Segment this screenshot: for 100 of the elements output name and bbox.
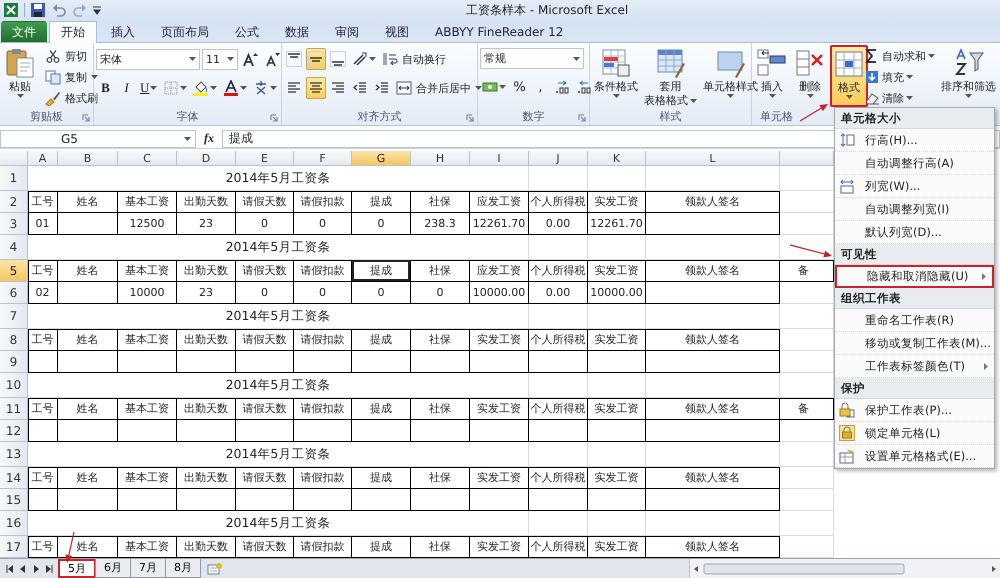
table-cell[interactable]: 10000 bbox=[118, 282, 177, 304]
table-cell[interactable]: 0.00 bbox=[529, 213, 588, 235]
toolbar-button[interactable] bbox=[306, 48, 326, 70]
table-cell[interactable]: 请假天数 bbox=[236, 329, 294, 351]
row-number[interactable]: 12 bbox=[0, 420, 28, 442]
sheet-tab[interactable]: 5月 bbox=[58, 559, 96, 578]
table-cell[interactable]: 工号 bbox=[28, 398, 58, 420]
ribbon-button[interactable]: 自动求和 bbox=[862, 46, 937, 66]
table-cell[interactable] bbox=[58, 420, 118, 442]
file-tab[interactable]: 文件 bbox=[1, 21, 47, 42]
table-cell[interactable] bbox=[588, 420, 646, 442]
dialog-launcher-icon[interactable] bbox=[270, 114, 278, 122]
toolbar-button[interactable]: U bbox=[138, 77, 160, 99]
row-number[interactable]: 1 bbox=[0, 166, 28, 191]
undo-icon[interactable] bbox=[51, 2, 67, 18]
ribbon-button[interactable]: 条件格式 bbox=[592, 45, 640, 107]
table-cell[interactable]: 工号 bbox=[28, 467, 58, 489]
table-cell[interactable]: 实发工资 bbox=[588, 191, 646, 213]
previous-sheet-icon[interactable] bbox=[19, 564, 27, 574]
column-header[interactable]: E bbox=[236, 151, 294, 166]
table-cell[interactable] bbox=[352, 489, 411, 511]
menu-item[interactable]: 保护工作表(P)... bbox=[835, 399, 994, 422]
table-cell[interactable]: 0.00 bbox=[529, 282, 588, 304]
column-header[interactable]: I bbox=[470, 151, 529, 166]
table-cell[interactable]: 请假扣款 bbox=[294, 467, 352, 489]
column-header[interactable]: J bbox=[529, 151, 588, 166]
table-cell[interactable]: 个人所得税 bbox=[529, 398, 588, 420]
table-cell[interactable]: 请假天数 bbox=[236, 467, 294, 489]
table-cell[interactable]: 姓名 bbox=[58, 329, 118, 351]
table-cell[interactable]: 请假天数 bbox=[236, 398, 294, 420]
table-cell[interactable]: 实发工资 bbox=[470, 467, 529, 489]
menu-item[interactable]: 设置单元格格式(E)... bbox=[835, 445, 994, 468]
row-number[interactable]: 3 bbox=[0, 213, 28, 235]
row-number[interactable]: 2 bbox=[0, 191, 28, 213]
table-cell[interactable] bbox=[529, 420, 588, 442]
table-cell[interactable]: 工号 bbox=[28, 329, 58, 351]
table-cell[interactable]: 请假扣款 bbox=[294, 191, 352, 213]
table-cell[interactable]: 出勤天数 bbox=[177, 191, 236, 213]
table-cell[interactable]: 基本工资 bbox=[118, 398, 177, 420]
table-cell[interactable]: 0 bbox=[352, 282, 411, 304]
table-cell[interactable] bbox=[28, 351, 58, 373]
ribbon-tab[interactable]: 页面布局 bbox=[149, 21, 221, 42]
table-cell[interactable]: 0 bbox=[294, 213, 352, 235]
menu-item[interactable]: 锁定单元格(L) bbox=[835, 422, 994, 445]
table-cell[interactable]: 工号 bbox=[28, 536, 58, 558]
table-cell[interactable]: 基本工资 bbox=[118, 191, 177, 213]
dropdown-field[interactable]: 11 bbox=[202, 48, 238, 70]
table-cell[interactable] bbox=[177, 489, 236, 511]
table-cell[interactable]: 社保 bbox=[411, 329, 470, 351]
row-number[interactable]: 7 bbox=[0, 304, 28, 329]
ribbon-tab[interactable]: ABBYY FineReader 12 bbox=[423, 21, 576, 42]
dialog-launcher-icon[interactable] bbox=[82, 114, 90, 122]
table-cell[interactable]: 12261.70 bbox=[470, 213, 529, 235]
table-cell[interactable]: 23 bbox=[177, 213, 236, 235]
table-cell[interactable]: 出勤天数 bbox=[177, 260, 236, 282]
table-cell[interactable]: 实发工资 bbox=[588, 329, 646, 351]
table-cell[interactable] bbox=[118, 489, 177, 511]
table-cell[interactable]: 社保 bbox=[411, 260, 470, 282]
table-cell[interactable]: 23 bbox=[177, 282, 236, 304]
menu-item[interactable]: 自动调整列宽(I) bbox=[835, 198, 994, 221]
menu-item[interactable]: 移动或复制工作表(M)... bbox=[835, 332, 994, 355]
table-cell[interactable] bbox=[646, 351, 780, 373]
table-cell[interactable]: 0 bbox=[236, 282, 294, 304]
table-cell[interactable]: 工号 bbox=[28, 260, 58, 282]
column-header[interactable]: H bbox=[411, 151, 470, 166]
toolbar-button[interactable]: % bbox=[510, 76, 529, 98]
table-cell[interactable]: 0 bbox=[236, 213, 294, 235]
sheet-tab[interactable]: 8月 bbox=[165, 559, 201, 578]
dropdown-field[interactable]: 常规 bbox=[480, 48, 584, 69]
table-cell[interactable]: 实发工资 bbox=[470, 398, 529, 420]
table-cell[interactable]: 工号 bbox=[28, 191, 58, 213]
column-header[interactable]: D bbox=[177, 151, 236, 166]
table-cell[interactable] bbox=[529, 489, 588, 511]
table-cell[interactable]: 个人所得税 bbox=[529, 467, 588, 489]
table-cell[interactable]: 出勤天数 bbox=[177, 329, 236, 351]
toolbar-button[interactable] bbox=[306, 77, 326, 99]
row-number[interactable]: 5 bbox=[0, 260, 28, 282]
table-cell[interactable]: 领款人签名 bbox=[646, 191, 780, 213]
row-number[interactable]: 10 bbox=[0, 373, 28, 398]
table-cell[interactable]: 10000.00 bbox=[470, 282, 529, 304]
row-number[interactable]: 14 bbox=[0, 467, 28, 489]
column-header[interactable]: A bbox=[28, 151, 58, 166]
menu-item[interactable]: 列宽(W)... bbox=[835, 175, 994, 198]
ribbon-button[interactable]: 自动换行 bbox=[380, 49, 448, 69]
ribbon-tab[interactable]: 视图 bbox=[373, 21, 421, 42]
table-cell[interactable] bbox=[411, 420, 470, 442]
row-number[interactable]: 8 bbox=[0, 329, 28, 351]
table-cell[interactable]: 姓名 bbox=[58, 398, 118, 420]
table-cell[interactable] bbox=[411, 489, 470, 511]
ribbon-tab[interactable]: 数据 bbox=[273, 21, 321, 42]
toolbar-button[interactable]: , bbox=[531, 76, 550, 98]
sheet-tab[interactable]: 7月 bbox=[130, 559, 166, 578]
table-cell[interactable]: 10000.00 bbox=[588, 282, 646, 304]
toolbar-button[interactable] bbox=[328, 48, 348, 70]
column-header[interactable]: C bbox=[118, 151, 177, 166]
table-cell[interactable]: 社保 bbox=[411, 398, 470, 420]
table-cell[interactable]: 领款人签名 bbox=[646, 536, 780, 558]
table-cell[interactable]: 提成 bbox=[352, 329, 411, 351]
table-cell[interactable]: 0 bbox=[411, 282, 470, 304]
table-cell[interactable]: 姓名 bbox=[58, 467, 118, 489]
